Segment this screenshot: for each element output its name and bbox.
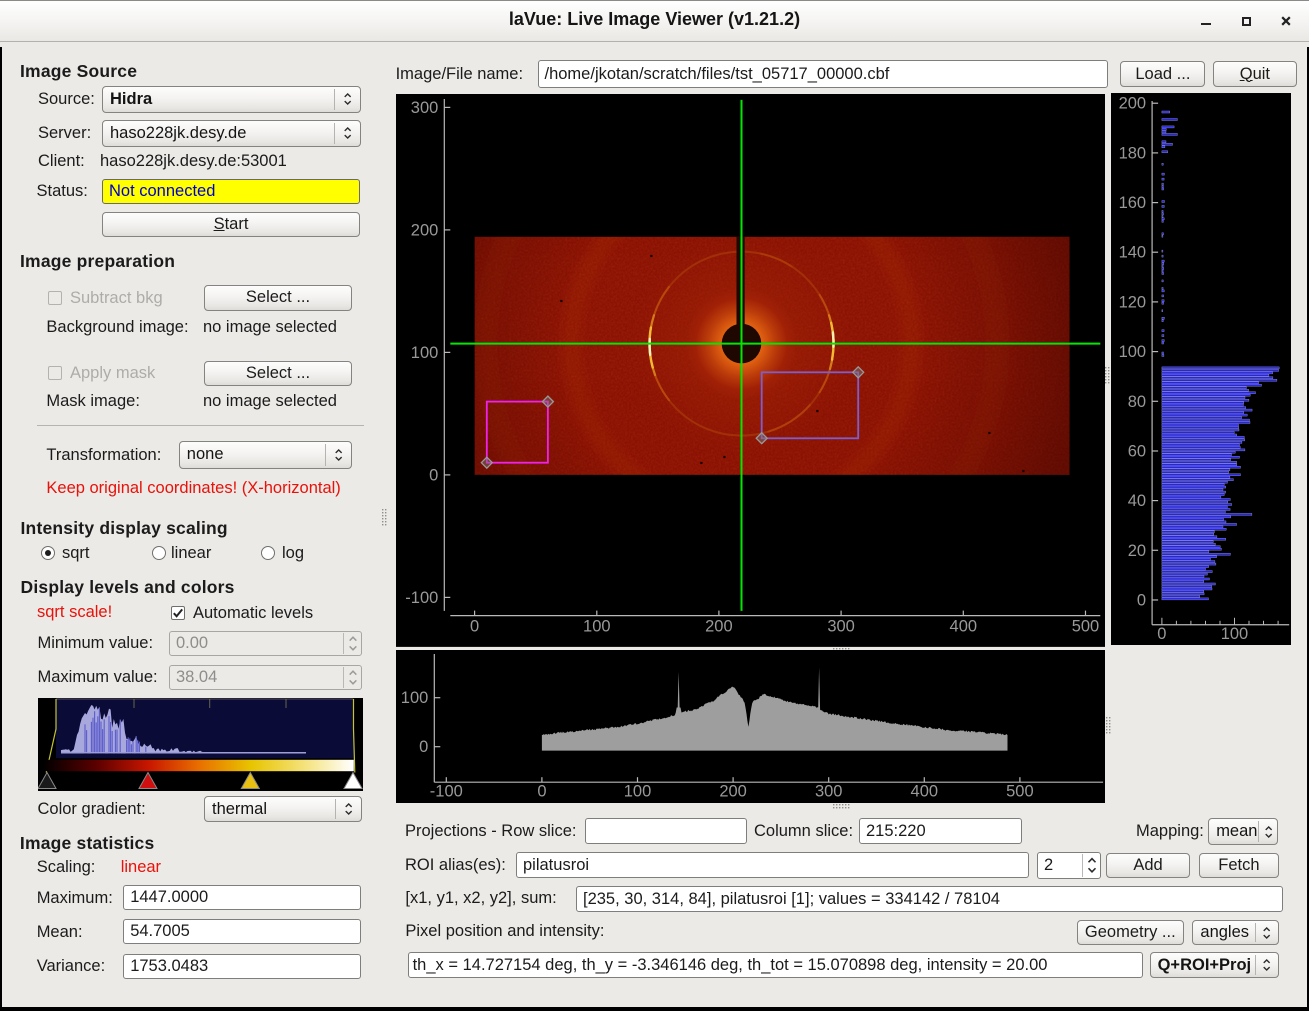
svg-text:0: 0 xyxy=(1157,625,1166,643)
svg-text:80: 80 xyxy=(1127,393,1145,411)
svg-text:200: 200 xyxy=(1118,95,1146,113)
svg-text:0: 0 xyxy=(429,466,438,484)
svg-text:200: 200 xyxy=(410,221,438,239)
svg-text:60: 60 xyxy=(1127,443,1145,461)
svg-text:0: 0 xyxy=(419,738,428,756)
svg-text:20: 20 xyxy=(1127,542,1145,560)
svg-text:0: 0 xyxy=(470,618,479,636)
svg-text:-100: -100 xyxy=(405,589,438,607)
svg-text:0: 0 xyxy=(1137,592,1146,610)
svg-text:500: 500 xyxy=(1071,618,1099,636)
svg-text:300: 300 xyxy=(827,618,855,636)
svg-text:100: 100 xyxy=(583,618,611,636)
svg-text:100: 100 xyxy=(1118,343,1146,361)
svg-text:200: 200 xyxy=(719,782,747,800)
svg-text:400: 400 xyxy=(910,782,938,800)
svg-text:0: 0 xyxy=(537,782,546,800)
svg-text:100: 100 xyxy=(1220,625,1248,643)
svg-text:100: 100 xyxy=(400,689,428,707)
svg-text:500: 500 xyxy=(1006,782,1034,800)
svg-text:120: 120 xyxy=(1118,294,1146,312)
svg-text:40: 40 xyxy=(1127,492,1145,510)
svg-text:300: 300 xyxy=(410,99,438,117)
svg-text:-100: -100 xyxy=(429,782,462,800)
svg-text:100: 100 xyxy=(623,782,651,800)
svg-text:100: 100 xyxy=(410,344,438,362)
svg-text:180: 180 xyxy=(1118,145,1146,163)
svg-text:400: 400 xyxy=(949,618,977,636)
svg-text:300: 300 xyxy=(815,782,843,800)
svg-text:140: 140 xyxy=(1118,244,1146,262)
svg-text:200: 200 xyxy=(705,618,733,636)
svg-text:160: 160 xyxy=(1118,194,1146,212)
